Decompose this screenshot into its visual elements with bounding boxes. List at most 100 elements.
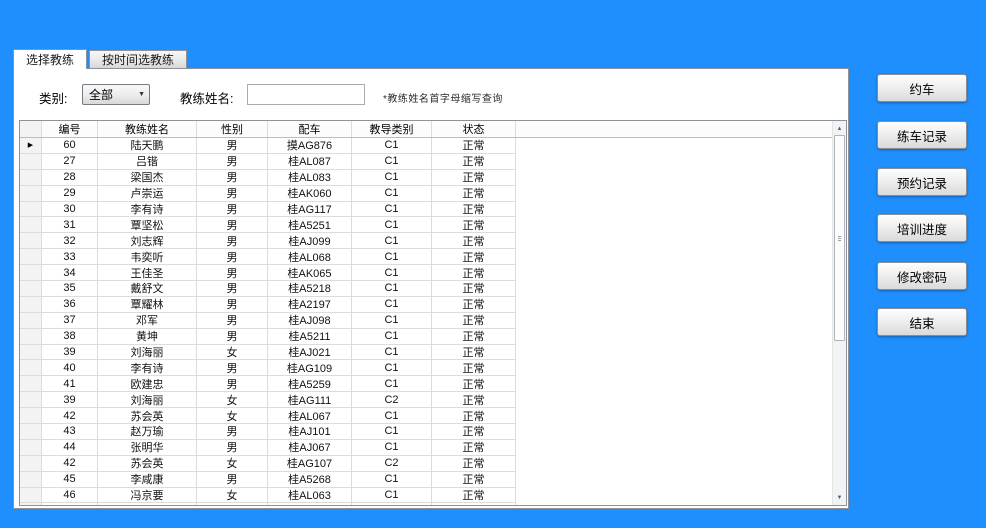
column-header-id[interactable]: 编号: [42, 121, 98, 137]
table-row[interactable]: 39刘海丽女桂AG111C2正常: [20, 392, 832, 408]
table-cell[interactable]: 正常: [432, 424, 516, 440]
table-cell[interactable]: C1: [352, 376, 432, 392]
table-cell[interactable]: 45: [42, 472, 98, 488]
table-row[interactable]: 40李有诗男桂AG109C1正常: [20, 360, 832, 376]
table-cell[interactable]: 欧建忠: [98, 376, 197, 392]
table-row[interactable]: 42苏会英女桂AG107C2正常: [20, 456, 832, 472]
table-cell[interactable]: 正常: [432, 392, 516, 408]
table-cell[interactable]: C1: [352, 488, 432, 504]
table-cell[interactable]: 韦奕听: [98, 249, 197, 265]
table-cell[interactable]: 桂AJ067: [268, 440, 352, 456]
current-row-marker-icon[interactable]: ▶: [20, 138, 42, 154]
table-cell[interactable]: 戴舒文: [98, 281, 197, 297]
table-cell[interactable]: 苏会英: [98, 408, 197, 424]
table-cell[interactable]: 正常: [432, 408, 516, 424]
practice-records-button[interactable]: 练车记录: [877, 121, 967, 149]
table-cell[interactable]: C1: [352, 503, 432, 505]
table-cell[interactable]: 正常: [432, 345, 516, 361]
table-cell[interactable]: 覃坚松: [98, 217, 197, 233]
row-selector[interactable]: [20, 360, 42, 376]
table-cell[interactable]: 正常: [432, 202, 516, 218]
table-cell[interactable]: 41: [42, 376, 98, 392]
table-cell[interactable]: 正常: [432, 154, 516, 170]
table-cell[interactable]: 邓军: [98, 313, 197, 329]
table-cell[interactable]: 桂AL068: [268, 249, 352, 265]
table-cell[interactable]: 李有诗: [98, 202, 197, 218]
table-cell[interactable]: 35: [42, 281, 98, 297]
table-cell[interactable]: C1: [352, 138, 432, 154]
table-row-partial[interactable]: 47方贵让男桂AG108C1正常: [20, 503, 832, 505]
table-cell[interactable]: 覃耀林: [98, 297, 197, 313]
table-cell[interactable]: 男: [197, 297, 268, 313]
column-header-name[interactable]: 教练姓名: [98, 121, 197, 137]
table-cell[interactable]: 29: [42, 186, 98, 202]
table-cell[interactable]: 桂A5251: [268, 217, 352, 233]
table-cell[interactable]: 桂AJ021: [268, 345, 352, 361]
table-cell[interactable]: 正常: [432, 472, 516, 488]
table-cell[interactable]: C1: [352, 440, 432, 456]
table-cell[interactable]: 正常: [432, 456, 516, 472]
table-cell[interactable]: 刘海丽: [98, 392, 197, 408]
table-cell[interactable]: 赵万瑜: [98, 424, 197, 440]
row-selector[interactable]: [20, 376, 42, 392]
table-cell[interactable]: 正常: [432, 329, 516, 345]
row-selector[interactable]: [20, 392, 42, 408]
table-row[interactable]: 37邓军男桂AJ098C1正常: [20, 313, 832, 329]
table-cell[interactable]: 张明华: [98, 440, 197, 456]
table-cell[interactable]: 正常: [432, 281, 516, 297]
table-cell[interactable]: 42: [42, 408, 98, 424]
table-cell[interactable]: 正常: [432, 313, 516, 329]
table-cell[interactable]: 34: [42, 265, 98, 281]
table-row[interactable]: 45李咸康男桂A5268C1正常: [20, 472, 832, 488]
row-selector[interactable]: [20, 281, 42, 297]
table-cell[interactable]: 正常: [432, 170, 516, 186]
table-cell[interactable]: 男: [197, 360, 268, 376]
table-cell[interactable]: 桂AG111: [268, 392, 352, 408]
vertical-scrollbar[interactable]: ▲ ▼: [832, 121, 846, 505]
table-cell[interactable]: 桂AL083: [268, 170, 352, 186]
table-cell[interactable]: 正常: [432, 138, 516, 154]
table-cell[interactable]: 28: [42, 170, 98, 186]
table-cell[interactable]: 刘海丽: [98, 345, 197, 361]
table-cell[interactable]: 桂AK065: [268, 265, 352, 281]
table-cell[interactable]: 男: [197, 170, 268, 186]
table-cell[interactable]: 桂A2197: [268, 297, 352, 313]
table-cell[interactable]: 男: [197, 138, 268, 154]
table-cell[interactable]: 男: [197, 202, 268, 218]
table-cell[interactable]: 39: [42, 392, 98, 408]
row-selector[interactable]: [20, 297, 42, 313]
table-cell[interactable]: 27: [42, 154, 98, 170]
row-selector[interactable]: [20, 440, 42, 456]
row-selector[interactable]: [20, 503, 42, 505]
table-cell[interactable]: 46: [42, 488, 98, 504]
table-row[interactable]: 30李有诗男桂AG117C1正常: [20, 202, 832, 218]
table-row[interactable]: 42苏会英女桂AL067C1正常: [20, 408, 832, 424]
table-cell[interactable]: 陆天鹏: [98, 138, 197, 154]
table-cell[interactable]: 女: [197, 456, 268, 472]
table-cell[interactable]: 桂AJ099: [268, 233, 352, 249]
table-cell[interactable]: 正常: [432, 488, 516, 504]
table-cell[interactable]: 正常: [432, 249, 516, 265]
table-cell[interactable]: C1: [352, 408, 432, 424]
table-cell[interactable]: 女: [197, 488, 268, 504]
table-cell[interactable]: 李咸康: [98, 472, 197, 488]
table-cell[interactable]: 黄坤: [98, 329, 197, 345]
table-cell[interactable]: C1: [352, 186, 432, 202]
row-selector[interactable]: [20, 313, 42, 329]
scroll-up-icon[interactable]: ▲: [834, 122, 845, 135]
table-cell[interactable]: 桂AL067: [268, 408, 352, 424]
tab-select-coach[interactable]: 选择教练: [13, 49, 87, 69]
table-cell[interactable]: 男: [197, 154, 268, 170]
table-cell[interactable]: C1: [352, 313, 432, 329]
column-header-class[interactable]: 教导类别: [352, 121, 432, 137]
table-cell[interactable]: 正常: [432, 376, 516, 392]
table-cell[interactable]: 桂AL087: [268, 154, 352, 170]
row-selector[interactable]: [20, 233, 42, 249]
table-cell[interactable]: 37: [42, 313, 98, 329]
row-selector[interactable]: [20, 329, 42, 345]
row-selector[interactable]: [20, 154, 42, 170]
table-cell[interactable]: 男: [197, 217, 268, 233]
table-cell[interactable]: 桂AL063: [268, 488, 352, 504]
column-header-status[interactable]: 状态: [432, 121, 516, 137]
table-cell[interactable]: 李有诗: [98, 360, 197, 376]
